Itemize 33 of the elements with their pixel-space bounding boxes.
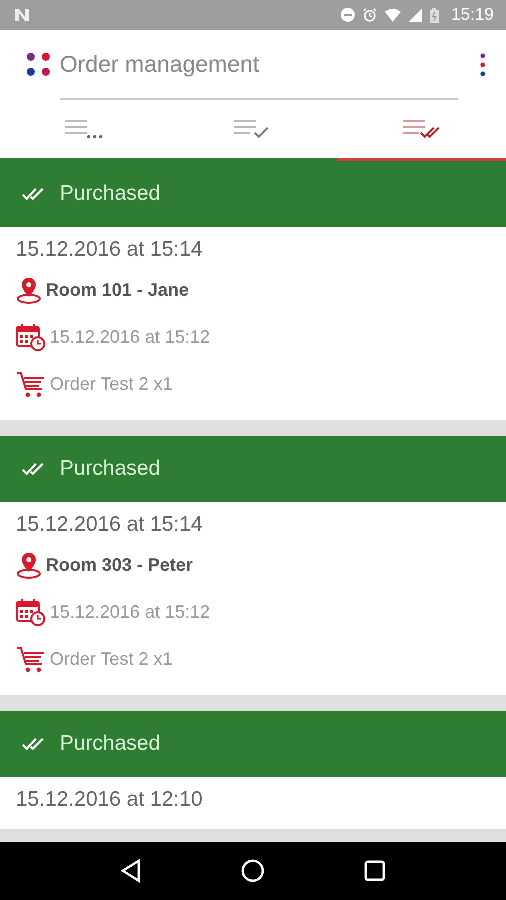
calendar-clock-icon — [16, 324, 46, 352]
calendar-clock-icon — [16, 598, 46, 626]
app-title: Order management — [60, 50, 260, 78]
back-icon[interactable] — [120, 859, 142, 883]
more-options-icon[interactable] — [480, 53, 486, 77]
order-date: 15.12.2016 at 15:12 — [50, 602, 210, 623]
do-not-disturb-icon — [341, 8, 356, 22]
list-double-check-icon — [402, 118, 441, 140]
app-logo-icon — [26, 52, 52, 78]
clock-time: 15:19 — [451, 5, 494, 25]
location-pin-icon — [16, 276, 42, 304]
alarm-icon — [363, 8, 378, 22]
order-timestamp: 15.12.2016 at 12:10 — [16, 787, 204, 813]
status-label: Purchased — [60, 457, 160, 481]
location-name: Room 101 - Jane — [46, 280, 190, 301]
wifi-icon — [385, 8, 402, 22]
status-label: Purchased — [60, 182, 160, 206]
location-name: Room 303 - Peter — [46, 555, 194, 576]
list-pending-icon — [65, 118, 104, 140]
cart-icon — [16, 646, 46, 674]
order-timestamp: 15.12.2016 at 15:14 — [16, 237, 204, 263]
order-items: Order Test 2 x1 — [50, 374, 173, 395]
notification-icon — [14, 8, 30, 22]
status-label: Purchased — [60, 732, 160, 756]
home-icon[interactable] — [240, 859, 265, 883]
location-pin-icon — [16, 552, 42, 580]
order-timestamp: 15.12.2016 at 15:14 — [16, 512, 204, 538]
order-date: 15.12.2016 at 15:12 — [50, 327, 210, 348]
battery-icon — [430, 8, 440, 22]
order-items: Order Test 2 x1 — [50, 649, 173, 670]
cart-icon — [16, 370, 46, 398]
recents-icon[interactable] — [364, 860, 386, 882]
signal-icon — [409, 8, 422, 22]
